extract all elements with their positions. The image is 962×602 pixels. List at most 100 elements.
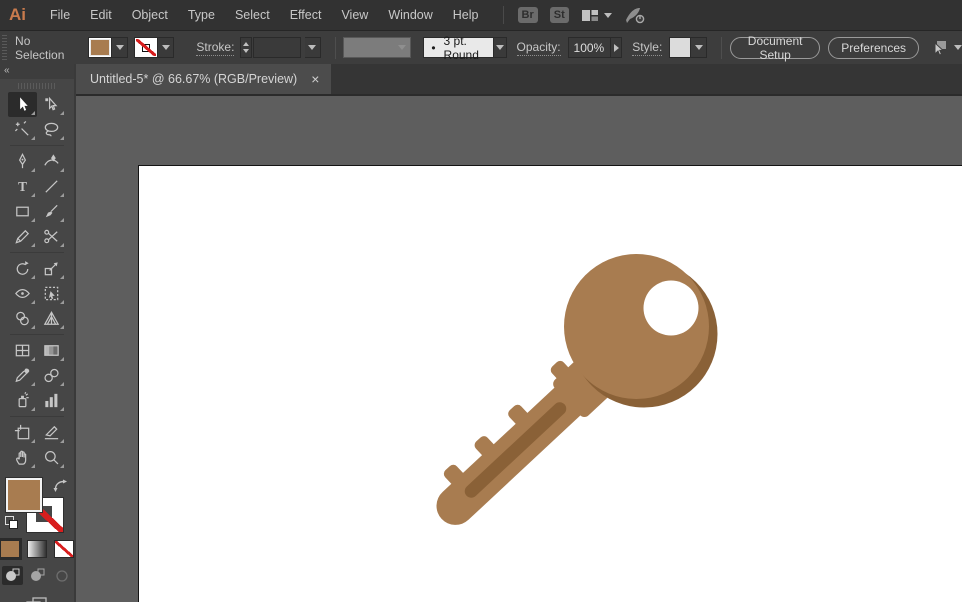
draw-normal-button[interactable] [2,566,23,585]
opacity-field[interactable]: 100% [568,37,612,58]
stroke-color-swatch[interactable] [134,37,158,58]
artboard-tool[interactable] [8,420,37,445]
opacity-options-button[interactable] [611,37,622,58]
tab-close-icon[interactable]: × [311,72,319,86]
selection-tool[interactable] [8,92,37,117]
gpu-performance-icon[interactable] [624,7,646,24]
stroke-width-chevron[interactable] [305,37,321,58]
preferences-button[interactable]: Preferences [828,37,919,59]
none-slash-icon [55,541,73,557]
style-swatch[interactable] [669,37,691,58]
menu-file[interactable]: File [40,0,80,30]
stock-button[interactable]: St [550,7,569,23]
menu-select[interactable]: Select [225,0,280,30]
menu-type[interactable]: Type [178,0,225,30]
chevron-down-icon [308,45,316,50]
stroke-color-dropdown[interactable] [134,37,174,58]
direct-selection-tool[interactable] [37,92,66,117]
canvas-area[interactable] [76,96,962,602]
gradient-tool[interactable] [37,338,66,363]
stroke-label[interactable]: Stroke: [196,40,234,56]
rotate-tool[interactable] [8,256,37,281]
toolbox-separator [8,331,66,338]
svg-text:T: T [18,179,27,194]
shape-builder-tool[interactable] [8,306,37,331]
type-tool[interactable]: T [8,174,37,199]
illustrator-window: Ai FileEditObjectTypeSelectEffectViewWin… [0,0,962,602]
stepper-down-icon[interactable] [243,49,249,53]
blend-tool[interactable] [37,363,66,388]
scale-tool[interactable] [37,256,66,281]
document-tab[interactable]: Untitled-5* @ 66.67% (RGB/Preview) × [76,64,331,94]
selection-status: No Selection [15,34,64,62]
fill-indicator-swatch[interactable] [6,478,42,512]
style-dropdown-chevron[interactable] [691,37,707,58]
symbol-sprayer-tool[interactable] [8,388,37,413]
stroke-dropdown-chevron[interactable] [158,37,174,58]
none-button[interactable] [54,540,74,558]
fill-dropdown-chevron[interactable] [112,37,128,58]
brush-dropdown[interactable]: • 3 pt. Round [423,37,494,58]
screen-mode-button[interactable] [0,595,74,602]
color-mode-row [0,540,74,558]
mesh-tool[interactable] [8,338,37,363]
fill-color-swatch[interactable] [88,37,112,58]
menu-object[interactable]: Object [122,0,178,30]
select-similar-group[interactable] [929,39,962,57]
color-button[interactable] [0,540,20,558]
magic-wand-tool[interactable] [8,117,37,142]
brush-dropdown-chevron[interactable] [494,37,507,58]
rectangle-tool[interactable] [8,199,37,224]
zoom-tool[interactable] [37,445,66,470]
opacity-label[interactable]: Opacity: [517,40,561,56]
shaper-tool[interactable] [8,224,37,249]
document-setup-button[interactable]: Document Setup [730,37,820,59]
menu-edit[interactable]: Edit [80,0,122,30]
perspective-grid-tool[interactable] [37,306,66,331]
stroke-width-stepper[interactable] [240,37,251,58]
controlbar-grip[interactable] [2,35,7,61]
stroke-width-dropdown[interactable] [253,37,321,58]
slice-tool[interactable] [37,420,66,445]
menu-effect[interactable]: Effect [280,0,332,30]
stroke-width-field[interactable] [253,37,301,58]
swap-fill-stroke-icon[interactable] [52,478,68,494]
free-transform-tool[interactable] [37,281,66,306]
toolbox-grip[interactable] [18,82,56,90]
bridge-button[interactable]: Br [518,7,538,23]
style-dropdown[interactable] [662,37,707,58]
key-illustration[interactable] [76,96,962,602]
menubar-right: Br St [503,6,646,24]
default-fill-stroke-icon[interactable] [5,516,19,530]
style-label[interactable]: Style: [632,40,662,56]
menu-help[interactable]: Help [443,0,489,30]
width-tool[interactable] [8,281,37,306]
stepper-up-icon[interactable] [243,42,249,46]
line-segment-tool[interactable] [37,174,66,199]
draw-inside-button[interactable] [52,566,73,585]
hand-tool[interactable] [8,445,37,470]
workspace-switcher[interactable] [581,8,612,23]
gradient-button[interactable] [27,540,47,558]
document-tab-title: Untitled-5* @ 66.67% (RGB/Preview) [90,72,297,86]
paintbrush-tool[interactable] [37,199,66,224]
menu-items: FileEditObjectTypeSelectEffectViewWindow… [40,0,489,30]
pen-tool[interactable] [8,149,37,174]
toolbox-separator [8,249,66,256]
draw-behind-button[interactable] [27,566,48,585]
none-slash-icon [136,39,156,56]
toolbox-collapse-button[interactable]: « [0,64,74,79]
menu-window[interactable]: Window [378,0,442,30]
curvature-tool[interactable] [37,149,66,174]
tools-grid: T [0,92,74,470]
fill-color-dropdown[interactable] [88,37,128,58]
toolbox-separator [8,413,66,420]
scissors-tool[interactable] [37,224,66,249]
column-graph-tool[interactable] [37,388,66,413]
menu-view[interactable]: View [331,0,378,30]
width-profile-dropdown[interactable] [343,37,411,58]
menubar-separator [503,6,504,24]
workspace-layout-icon [581,8,599,23]
eyedropper-tool[interactable] [8,363,37,388]
lasso-tool[interactable] [37,117,66,142]
